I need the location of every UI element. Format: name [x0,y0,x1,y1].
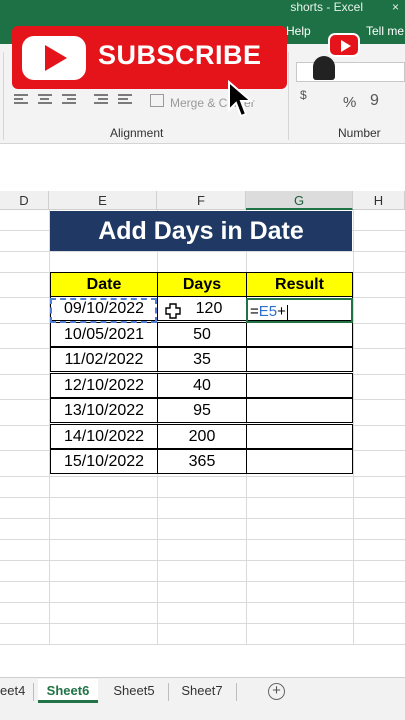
align-left-icon[interactable] [14,94,28,106]
cell-days[interactable]: 95 [157,398,247,423]
decrease-indent-icon[interactable] [94,94,108,106]
grid-line [0,602,405,603]
cell-result[interactable] [246,424,353,449]
grid-line [353,210,354,645]
cell-result[interactable] [246,322,353,347]
cell-days[interactable]: 50 [157,322,247,347]
cell-cross-cursor-icon [165,303,181,319]
grid-line [0,497,405,498]
currency-icon[interactable]: $ [300,88,307,102]
mouse-pointer-icon [228,80,254,118]
bell-icon [313,56,335,80]
sheet-tab-sheet4[interactable]: eet4 [0,679,32,703]
cell-date[interactable]: 14/10/2022 [50,424,158,449]
close-icon[interactable]: × [392,0,399,14]
header-days[interactable]: Days [157,272,247,297]
header-result[interactable]: Result [246,272,353,297]
cell-days[interactable]: 40 [157,373,247,398]
referenced-cell-highlight [50,298,157,323]
cell-result[interactable] [246,347,353,372]
cell-days[interactable]: 35 [157,347,247,372]
column-header-e[interactable]: E [49,191,157,210]
group-label-number: Number [338,126,381,140]
grid-line [0,560,405,561]
group-label-alignment: Alignment [110,126,164,140]
sheet-tab-sheet6[interactable]: Sheet6 [38,679,98,703]
cell-date[interactable]: 11/02/2022 [50,347,158,372]
percent-style-icon[interactable]: % [343,94,356,111]
column-header-d[interactable]: D [0,191,49,210]
formula-entry[interactable]: =E5+ [250,303,288,320]
grid-line [0,251,405,252]
formula-prefix: = [250,303,259,320]
cell-days[interactable]: 365 [157,449,247,474]
cell-days[interactable]: 200 [157,424,247,449]
cell-result[interactable] [246,398,353,423]
grid-line [0,581,405,582]
grid-line [0,623,405,624]
align-right-icon[interactable] [62,94,76,106]
increase-indent-icon[interactable] [118,94,132,106]
cell-result[interactable] [246,449,353,474]
header-date[interactable]: Date [50,272,158,297]
comma-style-icon[interactable]: 9 [370,92,379,110]
cell-date[interactable]: 10/05/2021 [50,322,158,347]
grid-line [0,476,405,477]
youtube-badge-play [341,40,351,52]
window-title: shorts - Excel [290,0,363,14]
ribbon-divider [3,52,4,140]
cell-result[interactable] [246,373,353,398]
cell-date[interactable]: 15/10/2022 [50,449,158,474]
column-header-f[interactable]: F [157,191,246,210]
grid-line [0,518,405,519]
sheet-tab-sheet7[interactable]: Sheet7 [172,679,232,703]
grid-line [0,644,405,645]
align-center-icon[interactable] [38,94,52,106]
play-triangle [45,45,67,71]
sheet-title[interactable]: Add Days in Date [50,211,352,251]
tab-separator [236,683,237,701]
merge-center-icon[interactable] [150,94,164,107]
tab-separator [168,683,169,701]
text-caret [286,304,288,320]
column-header-g[interactable]: G [246,191,353,210]
tab-tell-me[interactable]: Tell me [366,24,404,38]
subscribe-label: SUBSCRIBE [98,40,262,70]
formula-reference: E5 [258,303,278,320]
cell-date[interactable]: 13/10/2022 [50,398,158,423]
tab-separator [33,683,34,701]
add-sheet-icon[interactable]: + [268,683,285,700]
sheet-tab-sheet5[interactable]: Sheet5 [104,679,164,703]
grid-line [0,539,405,540]
column-header-h[interactable]: H [353,191,405,210]
ribbon-divider [288,52,289,140]
tab-help[interactable]: Help [286,24,311,38]
cell-date[interactable]: 12/10/2022 [50,373,158,398]
formula-suffix: + [277,303,286,320]
